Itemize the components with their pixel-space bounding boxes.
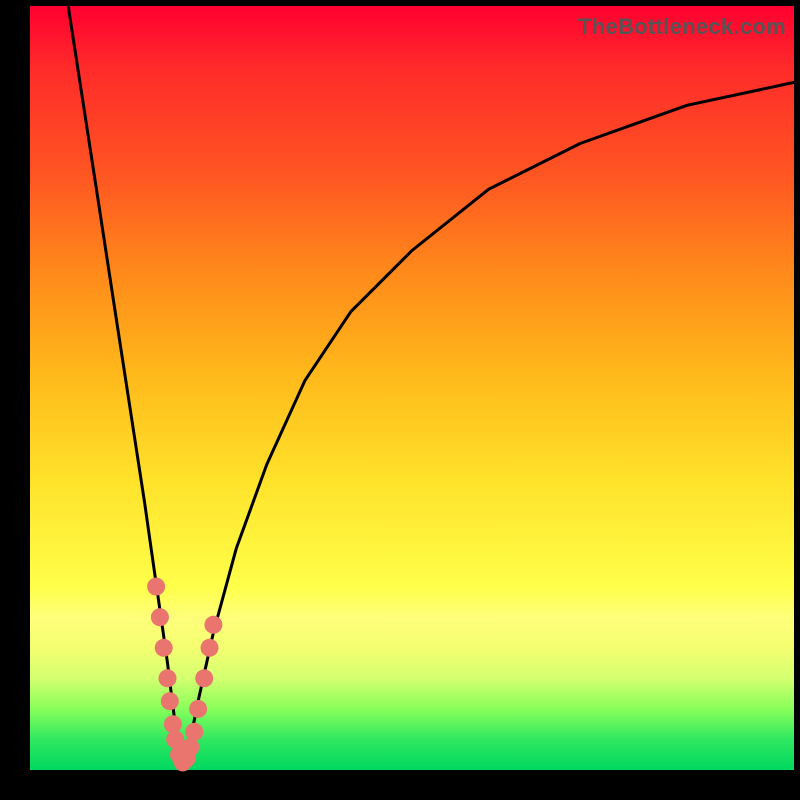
marker-dot [189,700,207,718]
plot-area: TheBottleneck.com [30,6,794,770]
marker-dot [204,616,222,634]
marker-dot [201,639,219,657]
marker-dot [185,723,203,741]
marker-dot [147,578,165,596]
marker-dot [161,692,179,710]
curve-right-branch [183,82,794,770]
marker-dot [159,669,177,687]
marker-dot [151,608,169,626]
marker-dot [195,669,213,687]
marker-dot [181,738,199,756]
marker-dot [155,639,173,657]
curve-svg [30,6,794,770]
chart-frame: TheBottleneck.com [0,0,800,800]
marker-dot [164,715,182,733]
marker-dot [166,730,184,748]
